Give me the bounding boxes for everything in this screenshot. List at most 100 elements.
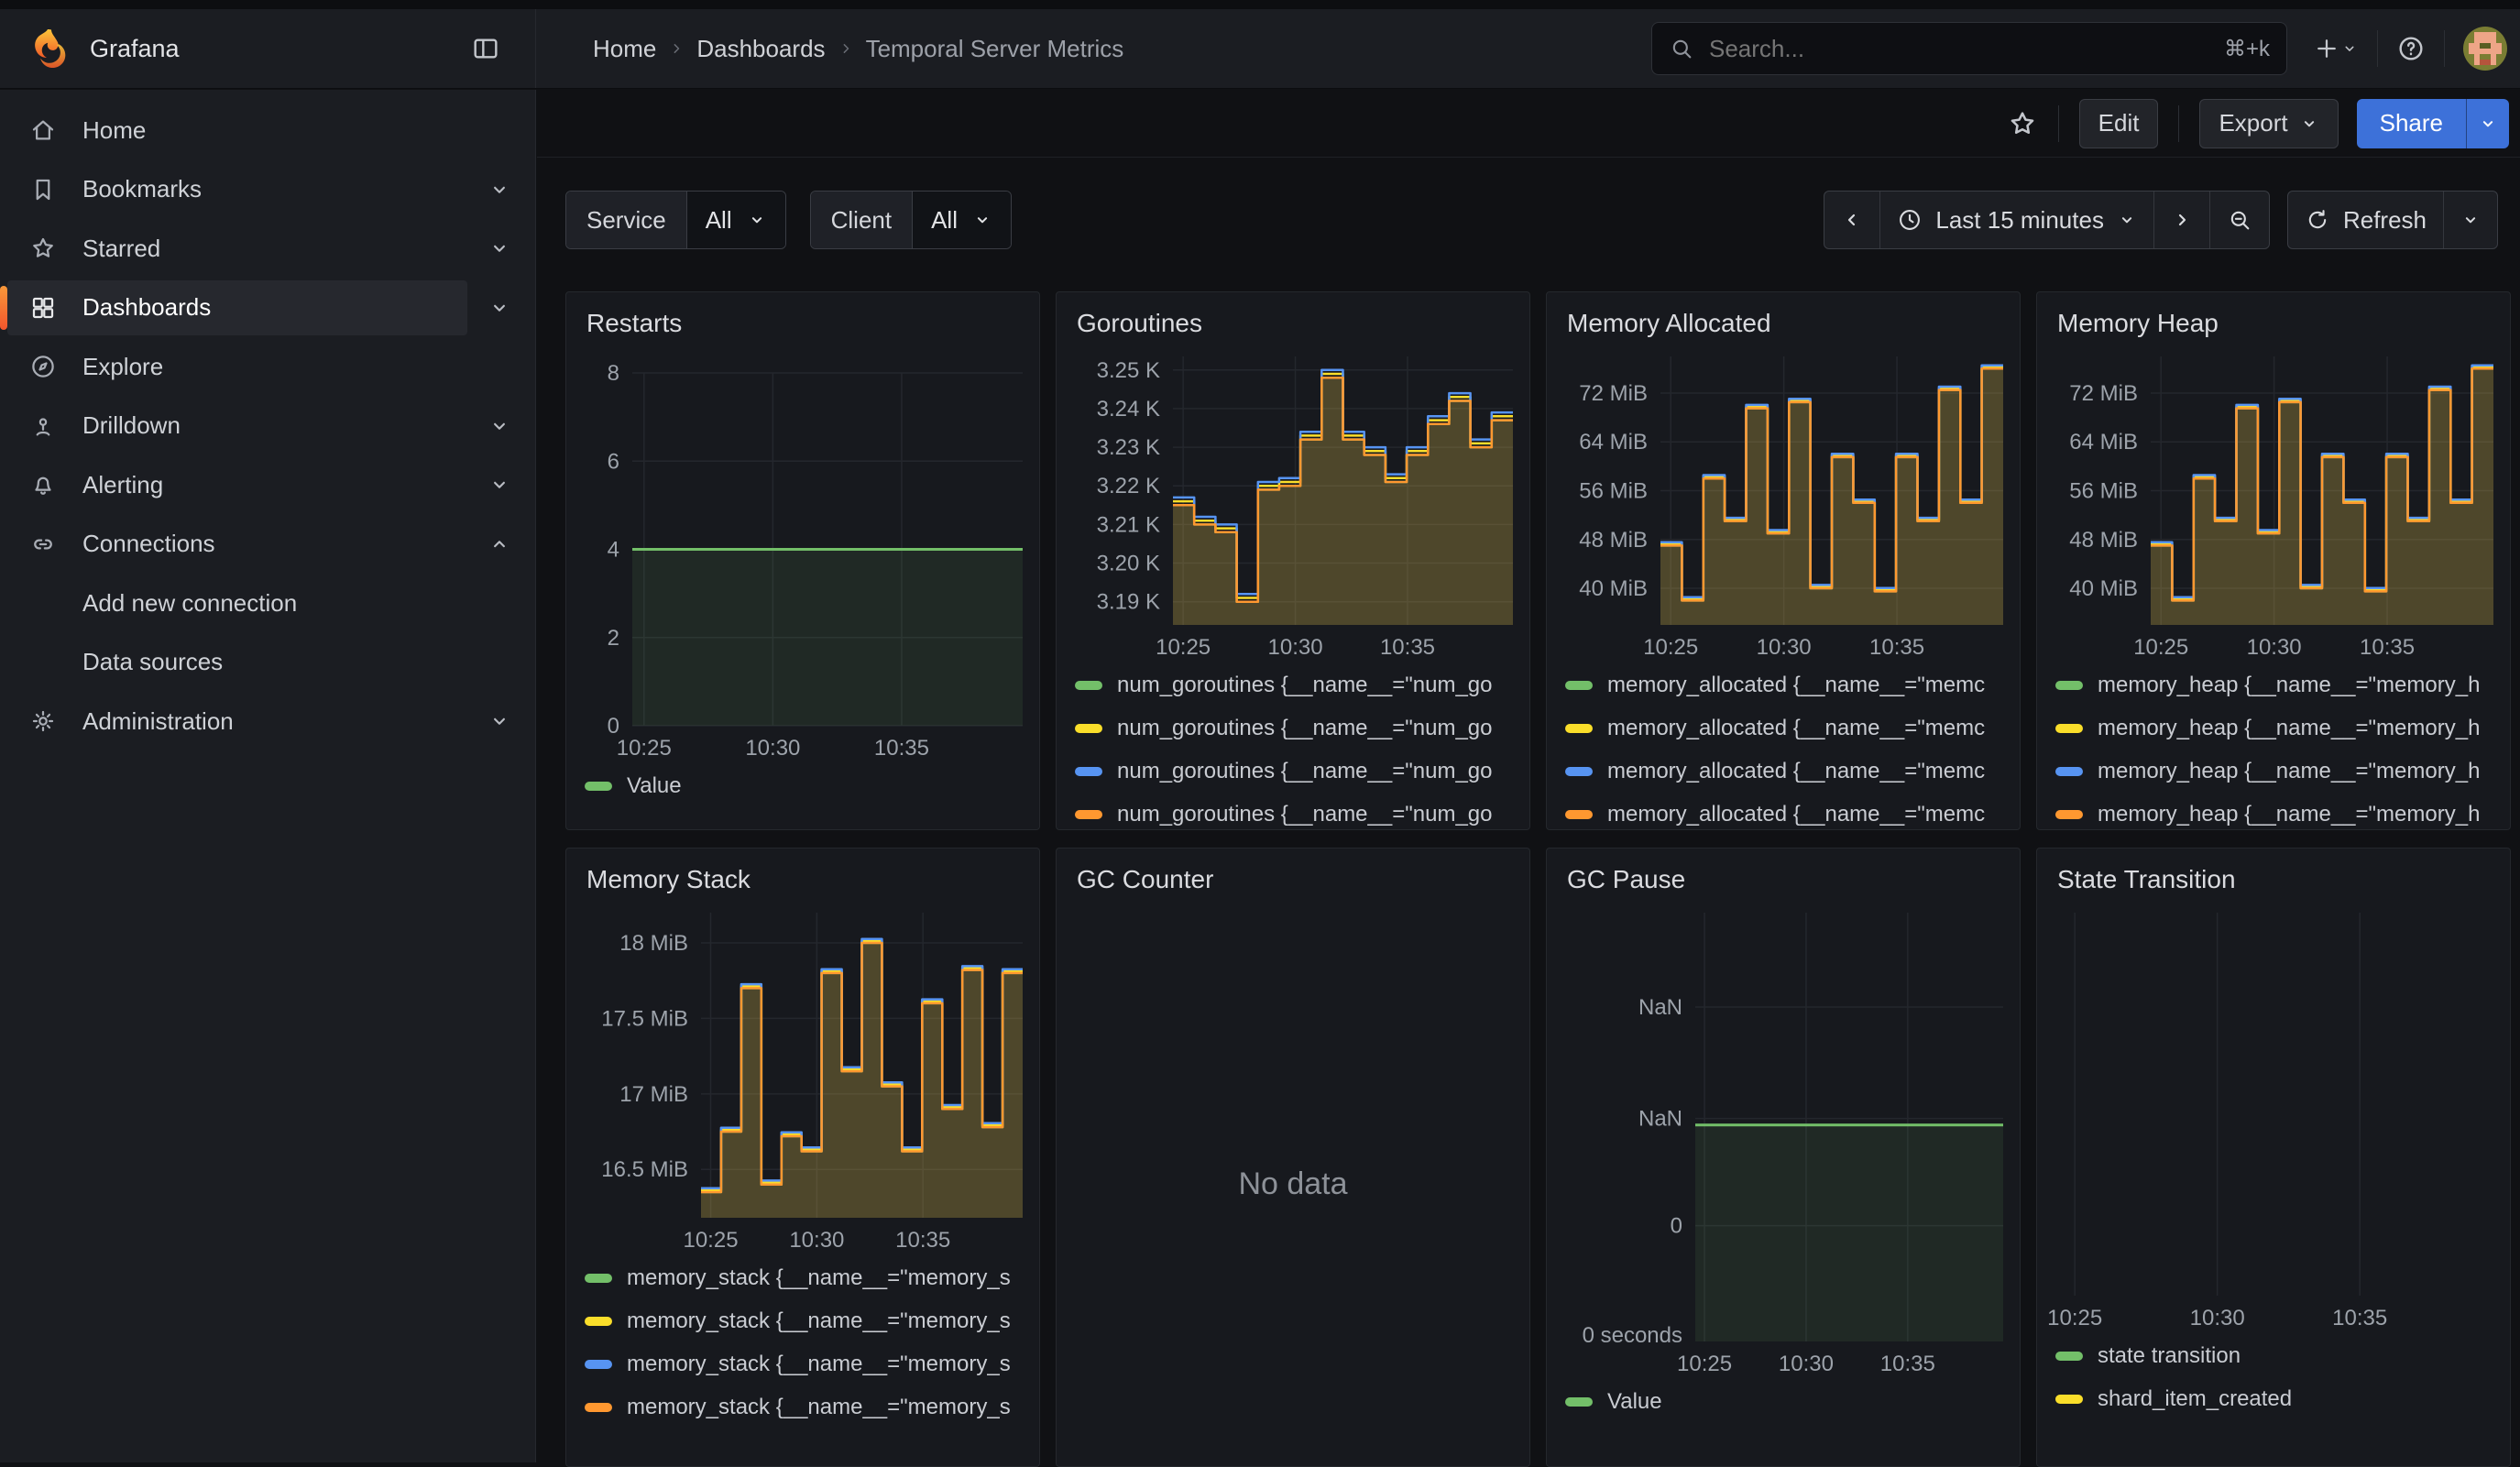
svg-text:72 MiB: 72 MiB bbox=[1579, 381, 1648, 406]
export-button[interactable]: Export bbox=[2199, 99, 2338, 148]
compass-icon bbox=[29, 353, 57, 380]
chevron-up-icon[interactable] bbox=[488, 532, 511, 556]
clock-icon bbox=[1897, 207, 1923, 233]
chevron-down-icon[interactable] bbox=[488, 414, 511, 438]
svg-text:0: 0 bbox=[608, 714, 619, 739]
variable-controls: ServiceAllClientAll bbox=[565, 191, 1012, 249]
sidebar-item-add-new-connection[interactable]: Add new connection bbox=[0, 574, 535, 633]
variable-label: Client bbox=[811, 192, 913, 248]
legend-item[interactable]: memory_heap {__name__="memory_h bbox=[2055, 663, 2492, 706]
panel-title-restarts[interactable]: Restarts bbox=[566, 292, 1039, 345]
time-forward-button[interactable] bbox=[2153, 192, 2209, 248]
help-button[interactable] bbox=[2396, 34, 2426, 63]
chart-memory-allocated[interactable]: 72 MiB64 MiB56 MiB48 MiB40 MiB10:2510:30… bbox=[1558, 345, 2011, 662]
panel-goroutines: Goroutines3.25 K3.24 K3.23 K3.22 K3.21 K… bbox=[1056, 291, 1530, 830]
chart-memory-heap[interactable]: 72 MiB64 MiB56 MiB48 MiB40 MiB10:2510:30… bbox=[2048, 345, 2501, 662]
legend-label: num_goroutines {__name__="num_go bbox=[1117, 802, 1493, 827]
svg-text:64 MiB: 64 MiB bbox=[1579, 430, 1648, 454]
legend-color-dash bbox=[2055, 810, 2083, 819]
panel-title-goroutines[interactable]: Goroutines bbox=[1057, 292, 1529, 345]
sidebar-item-explore[interactable]: Explore bbox=[0, 337, 535, 397]
chart-state-transition[interactable]: 10:2510:3010:35 bbox=[2048, 902, 2501, 1332]
sidebar-item-drilldown[interactable]: Drilldown bbox=[0, 397, 535, 456]
legend-item[interactable]: memory_stack {__name__="memory_s bbox=[585, 1385, 1021, 1429]
refresh-button[interactable]: Refresh bbox=[2288, 192, 2443, 248]
svg-text:3.19 K: 3.19 K bbox=[1097, 590, 1160, 615]
legend-item[interactable]: num_goroutines {__name__="num_go bbox=[1075, 793, 1511, 830]
zoom-out-button[interactable] bbox=[2209, 192, 2269, 248]
chart-restarts[interactable]: 8642010:2510:3010:35 bbox=[577, 345, 1030, 762]
panel-title-state-transition[interactable]: State Transition bbox=[2037, 848, 2510, 902]
legend-item[interactable]: num_goroutines {__name__="num_go bbox=[1075, 750, 1511, 793]
sidebar-item-dashboards[interactable]: Dashboards bbox=[0, 279, 535, 338]
legend-color-dash bbox=[585, 1360, 612, 1369]
legend-item[interactable]: num_goroutines {__name__="num_go bbox=[1075, 706, 1511, 750]
legend-label: memory_stack {__name__="memory_s bbox=[627, 1308, 1011, 1334]
edit-button[interactable]: Edit bbox=[2079, 99, 2159, 148]
refresh-interval-chevron[interactable] bbox=[2443, 192, 2497, 248]
variable-value-dropdown[interactable]: All bbox=[913, 192, 1011, 248]
legend-item[interactable]: memory_allocated {__name__="memc bbox=[1565, 706, 2001, 750]
variable-value-dropdown[interactable]: All bbox=[687, 192, 785, 248]
breadcrumb-item-dashboards[interactable]: Dashboards bbox=[696, 35, 825, 63]
chart-memory-stack[interactable]: 18 MiB17.5 MiB17 MiB16.5 MiB10:2510:3010… bbox=[577, 902, 1030, 1254]
legend-item[interactable]: shard_item_created bbox=[2055, 1377, 2492, 1420]
chevron-left-icon bbox=[1841, 209, 1863, 231]
bookmark-icon bbox=[29, 176, 57, 203]
avatar[interactable] bbox=[2463, 27, 2507, 71]
header-divider bbox=[2444, 30, 2445, 67]
share-button[interactable]: Share bbox=[2357, 99, 2466, 148]
legend-item[interactable]: memory_heap {__name__="memory_h bbox=[2055, 706, 2492, 750]
chevron-down-icon[interactable] bbox=[488, 473, 511, 497]
share-split-button: Share bbox=[2357, 99, 2509, 148]
svg-text:10:30: 10:30 bbox=[1268, 635, 1323, 660]
legend-item[interactable]: num_goroutines {__name__="num_go bbox=[1075, 663, 1511, 706]
panel-title-gc-pause[interactable]: GC Pause bbox=[1547, 848, 2020, 902]
legend-item[interactable]: memory_allocated {__name__="memc bbox=[1565, 750, 2001, 793]
add-button[interactable] bbox=[2313, 35, 2359, 62]
legend-color-dash bbox=[2055, 1395, 2083, 1404]
sidebar-item-data-sources[interactable]: Data sources bbox=[0, 633, 535, 693]
sidebar-item-bookmarks[interactable]: Bookmarks bbox=[0, 160, 535, 220]
legend-item[interactable]: state transition bbox=[2055, 1334, 2492, 1377]
legend-color-dash bbox=[585, 1274, 612, 1283]
sidebar-item-home[interactable]: Home bbox=[0, 101, 535, 160]
panel-title-memory-allocated[interactable]: Memory Allocated bbox=[1547, 292, 2020, 345]
panel-memory-stack: Memory Stack18 MiB17.5 MiB17 MiB16.5 MiB… bbox=[565, 848, 1040, 1467]
sidebar-item-administration[interactable]: Administration bbox=[0, 692, 535, 751]
panel-title-memory-heap[interactable]: Memory Heap bbox=[2037, 292, 2510, 345]
svg-text:10:35: 10:35 bbox=[874, 736, 929, 761]
legend-item[interactable]: Value bbox=[585, 764, 1021, 807]
breadcrumb-item-home[interactable]: Home bbox=[593, 35, 656, 63]
legend-item[interactable]: memory_stack {__name__="memory_s bbox=[585, 1299, 1021, 1342]
panel-title-gc-counter[interactable]: GC Counter bbox=[1057, 848, 1529, 902]
chevron-down-icon[interactable] bbox=[488, 178, 511, 202]
legend-item[interactable]: memory_heap {__name__="memory_h bbox=[2055, 750, 2492, 793]
sidebar-item-label: Starred bbox=[82, 235, 160, 263]
chart-goroutines[interactable]: 3.25 K3.24 K3.23 K3.22 K3.21 K3.20 K3.19… bbox=[1068, 345, 1520, 662]
time-range-picker[interactable]: Last 15 minutes bbox=[1879, 192, 2153, 248]
sidebar-item-starred[interactable]: Starred bbox=[0, 219, 535, 279]
legend-item[interactable]: Value bbox=[1565, 1380, 2001, 1423]
legend-item[interactable]: memory_allocated {__name__="memc bbox=[1565, 663, 2001, 706]
legend-item[interactable]: memory_allocated {__name__="memc bbox=[1565, 793, 2001, 830]
panel-title-memory-stack[interactable]: Memory Stack bbox=[566, 848, 1039, 902]
sidebar-toggle-icon[interactable] bbox=[471, 34, 500, 63]
chevron-down-icon[interactable] bbox=[488, 709, 511, 733]
svg-text:6: 6 bbox=[608, 449, 619, 474]
sidebar-item-connections[interactable]: Connections bbox=[0, 515, 535, 575]
share-chevron-button[interactable] bbox=[2466, 99, 2509, 148]
legend-item[interactable]: memory_stack {__name__="memory_s bbox=[585, 1256, 1021, 1299]
svg-text:10:25: 10:25 bbox=[1156, 635, 1211, 660]
legend-item[interactable]: memory_stack {__name__="memory_s bbox=[585, 1342, 1021, 1385]
panel-memory-heap: Memory Heap72 MiB64 MiB56 MiB48 MiB40 Mi… bbox=[2036, 291, 2511, 830]
chevron-down-icon[interactable] bbox=[488, 296, 511, 320]
time-back-button[interactable] bbox=[1824, 192, 1879, 248]
legend-item[interactable]: memory_heap {__name__="memory_h bbox=[2055, 793, 2492, 830]
search-input[interactable]: ⌘+k bbox=[1651, 22, 2287, 75]
home-icon bbox=[29, 116, 57, 144]
sidebar-item-alerting[interactable]: Alerting bbox=[0, 455, 535, 515]
chart-gc-pause[interactable]: NaNNaN00 seconds10:2510:3010:35 bbox=[1558, 902, 2011, 1378]
favorite-star-button[interactable] bbox=[2007, 108, 2038, 139]
chevron-down-icon[interactable] bbox=[488, 236, 511, 260]
